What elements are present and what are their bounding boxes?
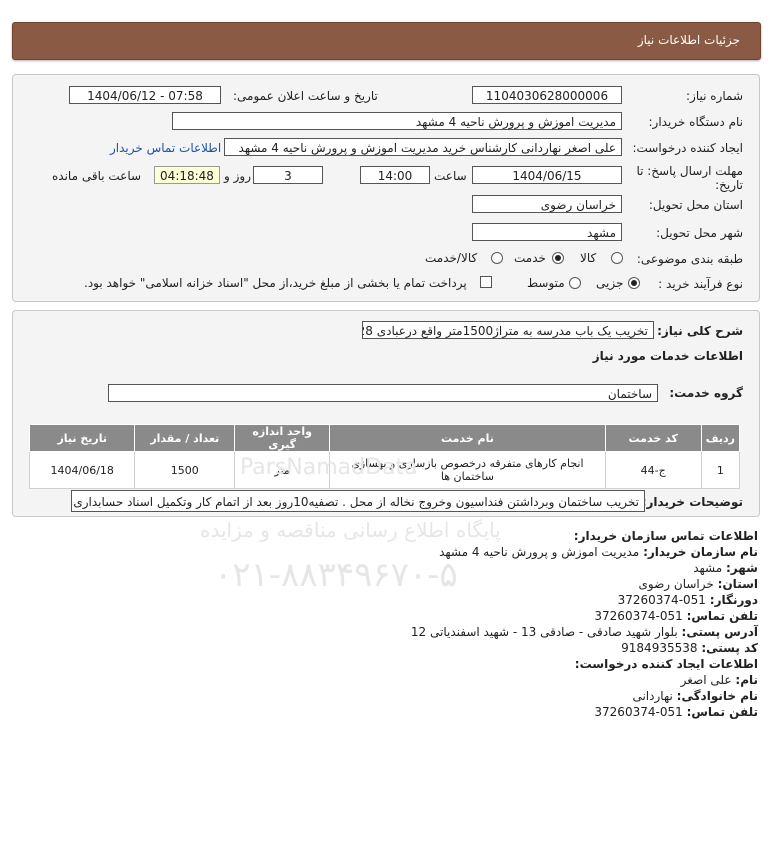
need-number-field: 1104030628000006 xyxy=(472,86,622,104)
contact-city: شهر: مشهد xyxy=(693,561,758,575)
general-desc-label: شرح کلی نیاز: xyxy=(657,324,743,338)
creator-phone: تلفن تماس: 051-37260374 xyxy=(594,705,758,719)
col-service-name: نام خدمت xyxy=(329,424,606,452)
col-unit: واحد اندازه گیری xyxy=(234,424,331,452)
contact-org: نام سازمان خریدار: مدیریت اموزش و پرورش … xyxy=(439,545,758,559)
days-label: روز و xyxy=(224,169,251,183)
treasury-payment-checkbox[interactable] xyxy=(480,276,492,288)
creator-field: علی اصغر نهاردانی کارشناس خرید مدیریت ام… xyxy=(224,138,622,156)
services-section-title: اطلاعات خدمات مورد نیاز xyxy=(592,349,743,363)
cell-need-date: 1404/06/18 xyxy=(28,451,136,489)
city-field: مشهد xyxy=(472,223,622,241)
contact-province: استان: خراسان رضوی xyxy=(638,577,758,591)
process-radio-minor[interactable] xyxy=(628,277,640,289)
watermark-phone: ۰۲۱-۸۸۳۴۹۶۷۰-۵ xyxy=(214,555,458,595)
process-option-medium: متوسط xyxy=(527,276,565,290)
deadline-date-field: 1404/06/15 xyxy=(472,166,622,184)
contact-section-title: اطلاعات تماس سازمان خریدار: xyxy=(573,529,758,543)
process-label: نوع فرآیند خرید : xyxy=(658,277,743,291)
buyer-org-field: مدیریت اموزش و پرورش ناحیه 4 مشهد xyxy=(172,112,622,130)
contact-fax: دورنگار: 051-37260374 xyxy=(617,593,758,607)
cell-quantity: 1500 xyxy=(134,451,236,489)
category-option-service: خدمت xyxy=(514,251,546,265)
table-row: 1 ج-44 انجام کارهای متفرقه درخصوص بازساز… xyxy=(28,451,741,489)
creator-family: نام خانوادگی: نهاردانی xyxy=(632,689,758,703)
category-option-goods: کالا xyxy=(580,251,597,265)
province-label: استان محل تحویل: xyxy=(648,198,743,212)
contact-address: آدرس پستی: بلوار شهید صادقی - صادقی 13 -… xyxy=(410,625,758,639)
category-label: طبقه بندی موضوعی: xyxy=(636,252,743,266)
cell-unit: متر xyxy=(234,451,331,489)
creator-name: نام: علی اصغر xyxy=(680,673,758,687)
watermark-text: پایگاه اطلاع رسانی مناقصه و مزایده xyxy=(200,518,501,542)
buyer-org-label: نام دستگاه خریدار: xyxy=(648,115,744,129)
process-option-minor: جزیی xyxy=(596,276,624,290)
deadline-date-label: تاریخ: xyxy=(715,178,743,192)
announce-label: تاریخ و ساعت اعلان عمومی: xyxy=(233,89,378,103)
category-radio-service[interactable] xyxy=(552,252,564,264)
page-header: جزئیات اطلاعات نیاز xyxy=(12,22,761,60)
creator-label: ایجاد کننده درخواست: xyxy=(632,141,743,155)
col-row: ردیف xyxy=(700,424,741,452)
service-group-label: گروه خدمت: xyxy=(669,386,743,400)
service-group-field: ساختمان xyxy=(108,384,658,402)
col-need-date: تاریخ نیاز xyxy=(28,424,136,452)
buyer-contact-link[interactable]: اطلاعات تماس خریدار xyxy=(110,141,221,155)
category-radio-goods-service[interactable] xyxy=(491,252,503,264)
treasury-payment-note: پرداخت تمام یا بخشی از مبلغ خرید،از محل … xyxy=(84,276,467,290)
buyer-desc-field: تخریب ساختمان وبرداشتن فنداسیون وخروج نخ… xyxy=(71,490,645,512)
deadline-label: مهلت ارسال پاسخ: تا xyxy=(636,164,743,178)
creator-section-title: اطلاعات ایجاد کننده درخواست: xyxy=(574,657,758,671)
services-table: ردیف کد خدمت نام خدمت واحد اندازه گیری ت… xyxy=(28,424,741,489)
deadline-time-field: 14:00 xyxy=(360,166,430,184)
announce-datetime-field: 1404/06/12 - 07:58 xyxy=(69,86,221,104)
cell-row: 1 xyxy=(700,451,741,489)
city-label: شهر محل تحویل: xyxy=(656,226,743,240)
remaining-time-field: 04:18:48 xyxy=(154,166,220,184)
category-radio-goods[interactable] xyxy=(611,252,623,264)
services-table-header: ردیف کد خدمت نام خدمت واحد اندازه گیری ت… xyxy=(28,424,741,452)
process-radio-medium[interactable] xyxy=(569,277,581,289)
contact-postal-code: کد پستی: 9184935538 xyxy=(621,641,758,655)
page-title: جزئیات اطلاعات نیاز xyxy=(637,33,740,47)
general-desc-field: تخریب یک باب مدرسه به متراژ1500متر واقع … xyxy=(362,321,654,339)
need-number-label: شماره نیاز: xyxy=(686,89,743,103)
remaining-time-label: ساعت باقی مانده xyxy=(52,169,142,183)
province-field: خراسان رضوی xyxy=(472,195,622,213)
cell-service-code: ج-44 xyxy=(604,451,702,489)
col-service-code: کد خدمت xyxy=(604,424,702,452)
need-info-panel xyxy=(12,74,760,302)
col-quantity: تعداد / مقدار xyxy=(134,424,236,452)
contact-phone: تلفن تماس: 051-37260374 xyxy=(594,609,758,623)
days-remaining-field: 3 xyxy=(253,166,323,184)
cell-service-name: انجام کارهای متفرقه درخصوص بازسازی و بهس… xyxy=(329,451,606,489)
buyer-desc-label: توضیحات خریدار: xyxy=(641,495,743,509)
category-option-goods-service: کالا/خدمت xyxy=(425,251,478,265)
deadline-time-label: ساعت xyxy=(434,169,467,183)
